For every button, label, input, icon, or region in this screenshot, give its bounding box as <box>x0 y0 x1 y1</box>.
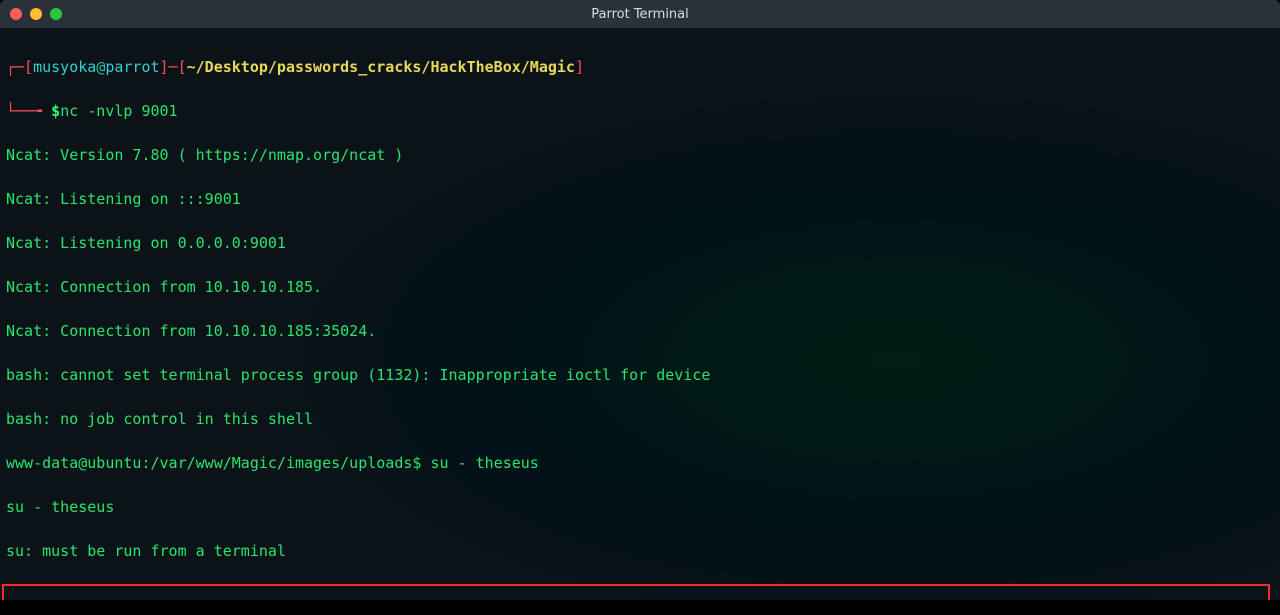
minimize-icon[interactable] <box>30 8 42 20</box>
output-line: Ncat: Listening on :::9001 <box>6 188 1274 210</box>
titlebar: Parrot Terminal <box>0 0 1280 28</box>
output-line: www-data@ubuntu:/var/www/Magic/images/up… <box>6 452 1274 474</box>
highlight-box: www-data@ubuntu:/var/www/Magic/images/up… <box>2 584 1270 600</box>
output-line: bash: cannot set terminal process group … <box>6 364 1274 386</box>
output-line: su: must be run from a terminal <box>6 540 1274 562</box>
output-line: Ncat: Listening on 0.0.0.0:9001 <box>6 232 1274 254</box>
window-controls <box>10 8 62 20</box>
window-title: Parrot Terminal <box>0 7 1280 22</box>
close-icon[interactable] <box>10 8 22 20</box>
output-line: bash: no job control in this shell <box>6 408 1274 430</box>
output-line: Ncat: Version 7.80 ( https://nmap.org/nc… <box>6 144 1274 166</box>
output-line: Ncat: Connection from 10.10.10.185:35024… <box>6 320 1274 342</box>
prompt-line-1: ┌─[musyoka@parrot]─[~/Desktop/passwords_… <box>6 56 1274 78</box>
output-line: su - theseus <box>6 496 1274 518</box>
terminal-body[interactable]: ┌─[musyoka@parrot]─[~/Desktop/passwords_… <box>0 28 1280 600</box>
terminal-window: Parrot Terminal ┌─[musyoka@parrot]─[~/De… <box>0 0 1280 600</box>
prompt-line-2: └──╼ $nc -nvlp 9001 <box>6 100 1274 122</box>
maximize-icon[interactable] <box>50 8 62 20</box>
output-line: Ncat: Connection from 10.10.10.185. <box>6 276 1274 298</box>
bottom-gap <box>0 600 1280 615</box>
